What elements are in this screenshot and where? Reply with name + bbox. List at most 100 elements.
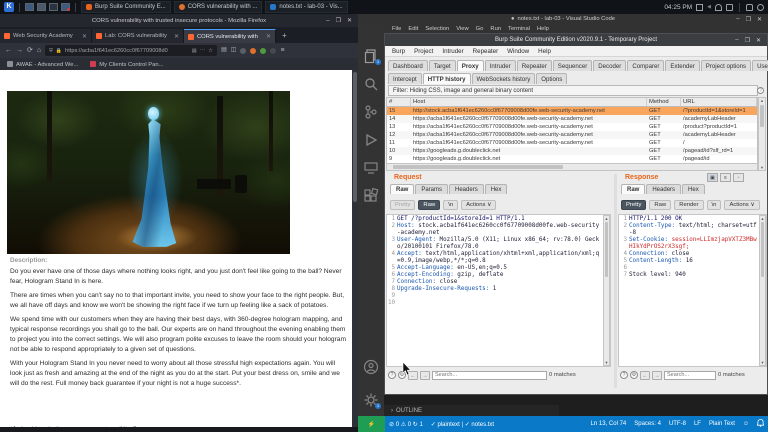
- problems-status[interactable]: ⊘ 0 ⚠ 0 ↻ 1: [385, 421, 427, 428]
- help-icon[interactable]: ?: [757, 87, 764, 94]
- menu-file[interactable]: File: [392, 26, 401, 32]
- pane-splitter[interactable]: [614, 174, 617, 388]
- col-header-num[interactable]: #: [387, 98, 411, 106]
- burp-menu-window[interactable]: Window: [507, 48, 529, 55]
- burp-titlebar[interactable]: Burp Suite Community Edition v2020.9.1 -…: [385, 34, 767, 46]
- hamburger-menu-icon[interactable]: ≡: [280, 45, 284, 56]
- request-tab-headers[interactable]: Headers: [449, 184, 484, 194]
- bookmark-star-icon[interactable]: ☆: [208, 48, 213, 54]
- home-icon[interactable]: ⌂: [37, 45, 41, 56]
- request-actions-button[interactable]: Actions ∨: [461, 200, 496, 210]
- tracking-shield-icon[interactable]: ⛨: [49, 48, 53, 54]
- accounts-icon[interactable]: [363, 359, 379, 375]
- source-control-icon[interactable]: [363, 104, 379, 120]
- extension-icon[interactable]: [260, 48, 266, 54]
- table-row-12[interactable]: 12https://acba1f641ec6260cc0f67709008d00…: [387, 131, 757, 139]
- col-header-method[interactable]: Method: [647, 98, 681, 106]
- request-tabs[interactable]: RawParamsHeadersHex: [390, 184, 507, 194]
- indentation[interactable]: Spaces: 4: [630, 421, 665, 427]
- bookmark-clients-panel[interactable]: My Clients Control Pan...: [90, 61, 163, 68]
- response-scrollbar[interactable]: ▲ ▼: [759, 215, 766, 366]
- search-help-icon[interactable]: ?: [620, 371, 628, 379]
- tab-repeater[interactable]: Repeater: [517, 60, 552, 71]
- subtab-http-history[interactable]: HTTP history: [423, 73, 471, 84]
- extension-icon[interactable]: [240, 48, 246, 54]
- response-render-button[interactable]: Render: [674, 200, 703, 210]
- remote-explorer-icon[interactable]: [363, 160, 379, 176]
- bookmark-awae[interactable]: AWAE - Advanced We...: [7, 61, 78, 68]
- eol[interactable]: LF: [690, 421, 705, 427]
- tab-cors-vulnerability-active[interactable]: CORS vulnerability with ✕: [184, 29, 276, 43]
- table-row-10[interactable]: 10https://googleads.g.doubleclick.netGET…: [387, 147, 757, 155]
- col-header-host[interactable]: Host: [411, 98, 647, 106]
- response-tab-hex[interactable]: Hex: [682, 184, 705, 194]
- settings-gear-icon[interactable]: 1: [363, 392, 379, 408]
- taskbar-window-burp[interactable]: Burp Suite Community E...: [81, 1, 171, 13]
- sidebar-icon[interactable]: ◫: [231, 45, 237, 56]
- encoding[interactable]: UTF-8: [665, 421, 690, 427]
- response-pretty-button[interactable]: Pretty: [621, 200, 646, 210]
- firefox-scrollbar[interactable]: [352, 70, 358, 432]
- response-actions-button[interactable]: Actions ∨: [724, 200, 759, 210]
- lock-tray-icon[interactable]: [746, 4, 753, 11]
- table-row-14[interactable]: 14https://acba1f641ec6260cc0f67709008d00…: [387, 115, 757, 123]
- url-bar[interactable]: ⛨ 🔒 https://acba1f641ec6260cc0f67709008d…: [45, 45, 217, 56]
- tab-dashboard[interactable]: Dashboard: [388, 60, 428, 71]
- col-header-url[interactable]: URL: [681, 98, 757, 106]
- search-icon[interactable]: [363, 76, 379, 92]
- response-tab-headers[interactable]: Headers: [646, 184, 681, 194]
- request-toolbar[interactable]: PrettyRaw\nActions ∨: [390, 200, 496, 210]
- menu-terminal[interactable]: Terminal: [508, 26, 530, 32]
- table-row-13[interactable]: 13https://acba1f641ec6260cc0f67709008d00…: [387, 123, 757, 131]
- response-tabs[interactable]: RawHeadersHex: [621, 184, 705, 194]
- clock[interactable]: 04:25 PM: [664, 4, 692, 11]
- table-header[interactable]: # Host Method URL: [387, 98, 757, 107]
- library-icon[interactable]: ▤: [221, 45, 227, 56]
- search-next-button[interactable]: →: [652, 371, 662, 380]
- tab-project-options[interactable]: Project options: [701, 60, 751, 71]
- menu-run[interactable]: Run: [490, 26, 501, 32]
- search-next-button[interactable]: →: [420, 371, 430, 380]
- remote-indicator[interactable]: ⚡: [358, 416, 385, 432]
- back-icon[interactable]: ←: [5, 45, 12, 56]
- workspace-icon[interactable]: [61, 3, 70, 11]
- outline-section[interactable]: › OUTLINE: [384, 405, 559, 416]
- response-n-button[interactable]: \n: [707, 200, 722, 210]
- burp-menu-repeater[interactable]: Repeater: [473, 48, 498, 55]
- layout-tabs-icon[interactable]: ▫: [733, 173, 744, 182]
- search-settings-icon[interactable]: ⚙: [630, 371, 638, 379]
- burp-menu-project[interactable]: Project: [414, 48, 433, 55]
- explorer-icon[interactable]: 1: [363, 48, 379, 64]
- table-row-9[interactable]: 9https://googleads.g.doubleclick.netGET/…: [387, 155, 757, 163]
- foxyproxy-icon[interactable]: [250, 48, 256, 54]
- response-tab-raw[interactable]: Raw: [621, 184, 645, 194]
- menu-selection[interactable]: Selection: [425, 26, 449, 32]
- tab-lab-cors-vulnerability[interactable]: Lab: CORS vulnerability ✕: [92, 29, 184, 43]
- layout-side-by-side-icon[interactable]: ▣: [707, 173, 718, 182]
- workspace-icon[interactable]: [25, 3, 34, 11]
- close-icon[interactable]: ✕: [174, 33, 179, 40]
- menu-go[interactable]: Go: [476, 26, 484, 32]
- burp-main-tabs[interactable]: DashboardTargetProxyIntruderRepeaterSequ…: [388, 58, 766, 71]
- request-tab-raw[interactable]: Raw: [390, 184, 414, 194]
- burp-menubar[interactable]: BurpProjectIntruderRepeaterWindowHelp: [385, 46, 767, 57]
- tab-decoder[interactable]: Decoder: [593, 60, 626, 71]
- vscode-titlebar[interactable]: ● notes.txt - lab-03 - Visual Studio Cod…: [358, 14, 768, 24]
- request-scrollbar[interactable]: ▲ ▼: [603, 215, 610, 366]
- cursor-position[interactable]: Ln 13, Col 74: [587, 421, 631, 427]
- response-raw-button[interactable]: Raw: [649, 200, 671, 210]
- tab-target[interactable]: Target: [429, 60, 456, 71]
- response-editor[interactable]: 1HTTP/1.1 200 OK2Content-Type: text/html…: [618, 214, 767, 367]
- request-pretty-button[interactable]: Pretty: [390, 200, 415, 210]
- kali-menu-icon[interactable]: K: [4, 2, 14, 12]
- tasks-status[interactable]: ✓ plaintext | ✓ notes.txt: [427, 421, 498, 428]
- burp-menu-burp[interactable]: Burp: [392, 48, 405, 55]
- taskbar-window-firefox[interactable]: CORS vulnerability with ...: [174, 1, 263, 13]
- extension-icon[interactable]: [270, 48, 276, 54]
- menu-help[interactable]: Help: [537, 26, 549, 32]
- search-prev-button[interactable]: ←: [640, 371, 650, 380]
- response-search-input[interactable]: [664, 371, 716, 380]
- request-tab-params[interactable]: Params: [415, 184, 448, 194]
- feedback-smiley-icon[interactable]: ☺: [739, 421, 753, 427]
- burp-sub-tabs[interactable]: InterceptHTTP historyWebSockets historyO…: [388, 72, 766, 84]
